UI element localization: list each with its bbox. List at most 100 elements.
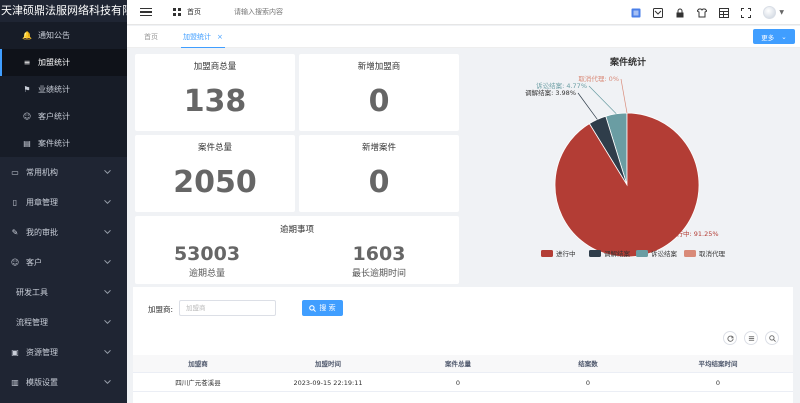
legend-swatch-1[interactable] xyxy=(589,250,601,257)
sidebar-item-12[interactable]: ▥ 模版设置 xyxy=(0,367,127,397)
theme-icon[interactable] xyxy=(631,8,641,18)
sidebar-item-label: 流程管理 xyxy=(16,317,48,327)
sidebar-item-11[interactable]: ▣ 资源管理 xyxy=(0,337,127,367)
chevron-down-icon xyxy=(104,258,111,267)
franchise-table-panel: 加盟商: 搜 索 加盟商 加盟时间 案件总量 结案数 平均结案时间 四川广元苍溪… xyxy=(133,287,793,403)
sidebar-item-0[interactable]: 🔔 通知公告 xyxy=(0,22,127,49)
search-button[interactable]: 搜 索 xyxy=(302,300,343,316)
card-new-franchisee: 新增加盟商 0 xyxy=(299,54,459,131)
pie-svg: 取消代理: 0%诉讼结案: 4.77%调解结案: 3.98%进行中: 91.25… xyxy=(525,74,726,258)
col-closed: 结案数 xyxy=(578,360,598,368)
refresh-button[interactable] xyxy=(723,331,737,345)
grid-icon xyxy=(173,8,181,16)
sidebar-item-label: 模版设置 xyxy=(26,377,58,387)
card-value: 138 xyxy=(183,84,247,119)
approval-icon: ✎ xyxy=(11,227,19,237)
refresh-icon xyxy=(726,335,734,342)
close-icon[interactable]: × xyxy=(217,33,223,41)
cell-join-time: 2023-09-15 22:19:11 xyxy=(293,379,363,387)
table-row[interactable]: 四川广元苍溪县 2023-09-15 22:19:11 0 0 0 xyxy=(133,374,793,392)
fullscreen-icon[interactable] xyxy=(741,7,752,18)
template-icon: ▥ xyxy=(11,377,19,387)
sidebar: 天津硕鼎法服网络科技有限公司 🔔 通知公告 ≡ 加盟统计 ⚑ 业绩统计 ☺ 客户统计 ▤ 案件统计… xyxy=(0,0,127,403)
document-icon: ▤ xyxy=(23,139,31,148)
tab-home[interactable]: 首页 xyxy=(144,32,158,48)
pie-leader-line-2 xyxy=(588,85,617,115)
sidebar-item-label: 加盟统计 xyxy=(38,58,70,67)
sidebar-item-label: 案件统计 xyxy=(38,139,70,148)
table-icon[interactable] xyxy=(719,7,730,18)
chevron-down-icon: ⌄ xyxy=(781,32,787,41)
legend-label-0[interactable]: 进行中 xyxy=(556,249,576,258)
table-header: 加盟商 加盟时间 案件总量 结案数 平均结案时间 xyxy=(133,355,793,373)
card-case-total: 案件总量 2050 xyxy=(135,135,295,212)
sidebar-item-4[interactable]: ▤ 案件统计 xyxy=(0,130,127,157)
search-icon xyxy=(309,304,317,312)
pie-leader-line-3 xyxy=(620,78,628,114)
card-overdue: 逾期事项 53003 逾期总量 1603 最长逾期时间 xyxy=(135,216,459,284)
seal-icon: ▯ xyxy=(12,197,18,207)
resource-icon: ▣ xyxy=(11,347,19,357)
sidebar-item-label: 常用机构 xyxy=(26,167,58,177)
overdue-total-label: 逾期总量 xyxy=(188,269,225,279)
legend-swatch-2[interactable] xyxy=(636,250,648,257)
tab-franchise-stats[interactable]: 加盟统计 × xyxy=(181,32,225,48)
avatar[interactable] xyxy=(763,6,777,19)
sidebar-item-2[interactable]: ⚑ 业绩统计 xyxy=(0,76,127,103)
pie-leader-line-1 xyxy=(577,92,598,120)
breadcrumb[interactable]: 首页 xyxy=(173,7,201,17)
chevron-down-icon xyxy=(104,168,111,177)
caret-down-icon[interactable]: ▼ xyxy=(779,9,784,16)
sidebar-item-8[interactable]: ☺ 客户 xyxy=(0,247,127,277)
legend-label-3[interactable]: 取消代理 xyxy=(699,249,726,258)
flag-icon: ⚑ xyxy=(23,85,31,94)
chevron-down-icon xyxy=(104,198,111,207)
sidebar-item-3[interactable]: ☺ 客户统计 xyxy=(0,103,127,130)
bell-icon: 🔔 xyxy=(22,31,32,40)
user-icon: ☺ xyxy=(22,112,32,121)
sidebar-item-label: 我的审批 xyxy=(26,227,58,237)
sidebar-item-label: 客户统计 xyxy=(38,112,70,121)
card-title: 案件总量 xyxy=(197,143,232,153)
cell-avg-close-time: 0 xyxy=(715,379,721,387)
sidebar-item-label: 通知公告 xyxy=(38,31,70,40)
sidebar-item-5[interactable]: ▭ 常用机构 xyxy=(0,157,127,187)
more-label: 更多 xyxy=(761,33,775,42)
sidebar-item-9[interactable]: 研发工具 xyxy=(0,277,127,307)
columns-button[interactable] xyxy=(744,331,758,345)
legend-label-1[interactable]: 调解结案 xyxy=(604,249,631,258)
franchisee-input[interactable] xyxy=(179,300,276,316)
sidebar-item-7[interactable]: ✎ 我的审批 xyxy=(0,217,127,247)
sidebar-item-1[interactable]: ≡ 加盟统计 xyxy=(0,49,127,76)
sidebar-menu: 🔔 通知公告 ≡ 加盟统计 ⚑ 业绩统计 ☺ 客户统计 ▤ 案件统计 ▭ 常用机构 ▯ 用章管理 ✎ 我的审批… xyxy=(0,22,127,397)
overdue-longest-label: 最长逾期时间 xyxy=(351,269,406,279)
sidebar-item-label: 研发工具 xyxy=(16,287,48,297)
cell-closed: 0 xyxy=(585,379,591,387)
sidebar-item-label: 用章管理 xyxy=(26,197,58,207)
screenshot-icon[interactable] xyxy=(653,7,664,18)
sidebar-item-10[interactable]: 流程管理 xyxy=(0,307,127,337)
lock-icon[interactable] xyxy=(675,8,685,18)
cell-case-total: 0 xyxy=(455,379,461,387)
card-title: 新增案件 xyxy=(361,143,396,153)
customer-icon: ☺ xyxy=(10,257,20,267)
brand-title: 天津硕鼎法服网络科技有限公司 xyxy=(1,4,127,17)
col-join-time: 加盟时间 xyxy=(315,360,341,368)
legend-swatch-0[interactable] xyxy=(541,250,553,257)
sidebar-item-6[interactable]: ▯ 用章管理 xyxy=(0,187,127,217)
col-franchisee: 加盟商 xyxy=(188,360,208,368)
legend-swatch-3[interactable] xyxy=(684,250,696,257)
legend-label-2[interactable]: 诉讼结案 xyxy=(651,249,678,258)
filter-label: 加盟商: xyxy=(148,305,174,314)
shirt-icon[interactable] xyxy=(697,8,708,18)
chevron-down-icon xyxy=(104,348,111,357)
hamburger-menu-icon[interactable] xyxy=(140,7,152,17)
overdue-longest-value: 1603 xyxy=(352,243,406,265)
card-value: 0 xyxy=(368,165,390,200)
columns-icon xyxy=(748,335,754,341)
search-icon xyxy=(768,334,776,342)
header-search-input[interactable] xyxy=(234,8,354,16)
search-toggle-button[interactable] xyxy=(765,331,779,345)
card-value: 0 xyxy=(368,84,390,119)
more-button[interactable]: 更多 ⌄ xyxy=(753,29,795,44)
